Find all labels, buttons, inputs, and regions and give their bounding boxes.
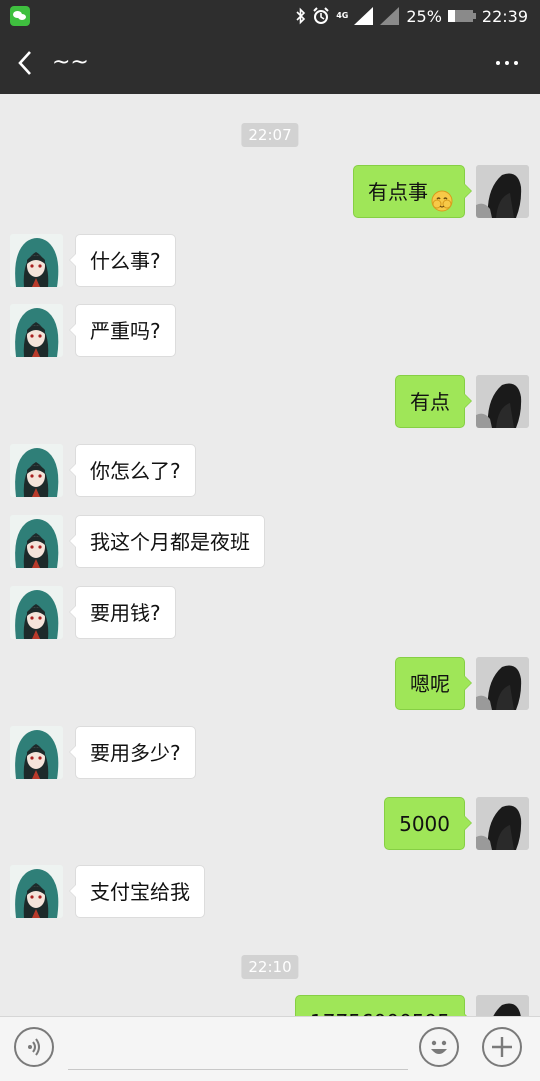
contact-avatar[interactable]	[10, 865, 63, 918]
status-bar: 4G 25% 22:39	[0, 0, 540, 32]
message-text: 要用钱?	[90, 601, 161, 625]
smiley-icon	[431, 1040, 447, 1054]
plus-icon	[492, 1037, 512, 1057]
message-bubble-out[interactable]: 有点事	[353, 165, 472, 218]
message-bubble-out[interactable]: 嗯呢	[395, 657, 472, 710]
message-text: 有点事	[368, 180, 428, 204]
contact-avatar[interactable]	[10, 304, 63, 357]
message-text: 什么事?	[90, 249, 161, 273]
contact-avatar[interactable]	[10, 515, 63, 568]
message-input[interactable]	[68, 1029, 408, 1070]
message-text: 我这个月都是夜班	[90, 530, 250, 554]
my-avatar[interactable]	[476, 375, 529, 428]
timestamp: 22:10	[241, 955, 299, 979]
bluetooth-icon	[296, 7, 306, 25]
message-row: 什么事?	[0, 234, 540, 287]
emoji-button[interactable]	[419, 1027, 459, 1067]
message-text: 嗯呢	[410, 672, 450, 696]
message-row: 你怎么了?	[0, 444, 540, 497]
message-text: 支付宝给我	[90, 880, 190, 904]
message-bubble-out[interactable]: 17756000595	[295, 995, 472, 1016]
message-text: 有点	[410, 390, 450, 414]
message-text: 你怎么了?	[90, 459, 181, 483]
message-bubble-in[interactable]: 支付宝给我	[69, 865, 205, 918]
message-bubble-in[interactable]: 我这个月都是夜班	[69, 515, 265, 568]
signal-icon	[354, 7, 374, 25]
timestamp: 22:07	[241, 123, 299, 147]
emoji-icon	[430, 180, 454, 211]
message-row: 支付宝给我	[0, 865, 540, 918]
contact-avatar[interactable]	[10, 234, 63, 287]
message-row: 要用多少?	[0, 726, 540, 779]
message-text: 严重吗?	[90, 319, 161, 343]
battery-icon	[447, 9, 476, 23]
chat-title: ~~	[52, 50, 89, 75]
message-bubble-in[interactable]: 要用钱?	[69, 586, 176, 639]
wechat-icon	[10, 6, 30, 26]
more-icon[interactable]	[496, 61, 518, 65]
voice-button[interactable]	[14, 1027, 54, 1067]
message-bubble-out[interactable]: 有点	[395, 375, 472, 428]
message-row: 要用钱?	[0, 586, 540, 639]
my-avatar[interactable]	[476, 657, 529, 710]
signal-icon-2	[380, 7, 400, 25]
battery-percent: 25%	[406, 6, 442, 26]
message-bubble-out[interactable]: 5000	[384, 797, 472, 850]
contact-avatar[interactable]	[10, 444, 63, 497]
message-text: 5000	[399, 812, 450, 836]
my-avatar[interactable]	[476, 995, 529, 1016]
chat-header: ~~	[0, 32, 540, 94]
chat-area[interactable]: 22:07 有点事 什么事? 严重吗? 有点 你怎么了? 我这个月都是夜班 要用…	[0, 94, 540, 1016]
alarm-icon	[312, 7, 330, 25]
message-row: 严重吗?	[0, 304, 540, 357]
message-row: 我这个月都是夜班	[0, 515, 540, 568]
message-bubble-in[interactable]: 要用多少?	[69, 726, 196, 779]
message-row: 嗯呢	[0, 657, 540, 710]
back-icon[interactable]	[16, 50, 38, 76]
message-row: 17756000595	[0, 995, 540, 1016]
my-avatar[interactable]	[476, 797, 529, 850]
message-bubble-in[interactable]: 你怎么了?	[69, 444, 196, 497]
my-avatar[interactable]	[476, 165, 529, 218]
message-bubble-in[interactable]: 什么事?	[69, 234, 176, 287]
contact-avatar[interactable]	[10, 586, 63, 639]
message-row: 5000	[0, 797, 540, 850]
status-icons: 4G 25% 22:39	[296, 0, 528, 32]
message-row: 有点	[0, 375, 540, 428]
clock: 22:39	[481, 6, 528, 26]
message-bubble-in[interactable]: 严重吗?	[69, 304, 176, 357]
voice-icon	[28, 1038, 40, 1056]
message-text: 要用多少?	[90, 741, 181, 765]
contact-avatar[interactable]	[10, 726, 63, 779]
input-bar	[0, 1016, 540, 1081]
message-row: 有点事	[0, 165, 540, 218]
plus-button[interactable]	[482, 1027, 522, 1067]
network-label: 4G	[336, 11, 349, 20]
